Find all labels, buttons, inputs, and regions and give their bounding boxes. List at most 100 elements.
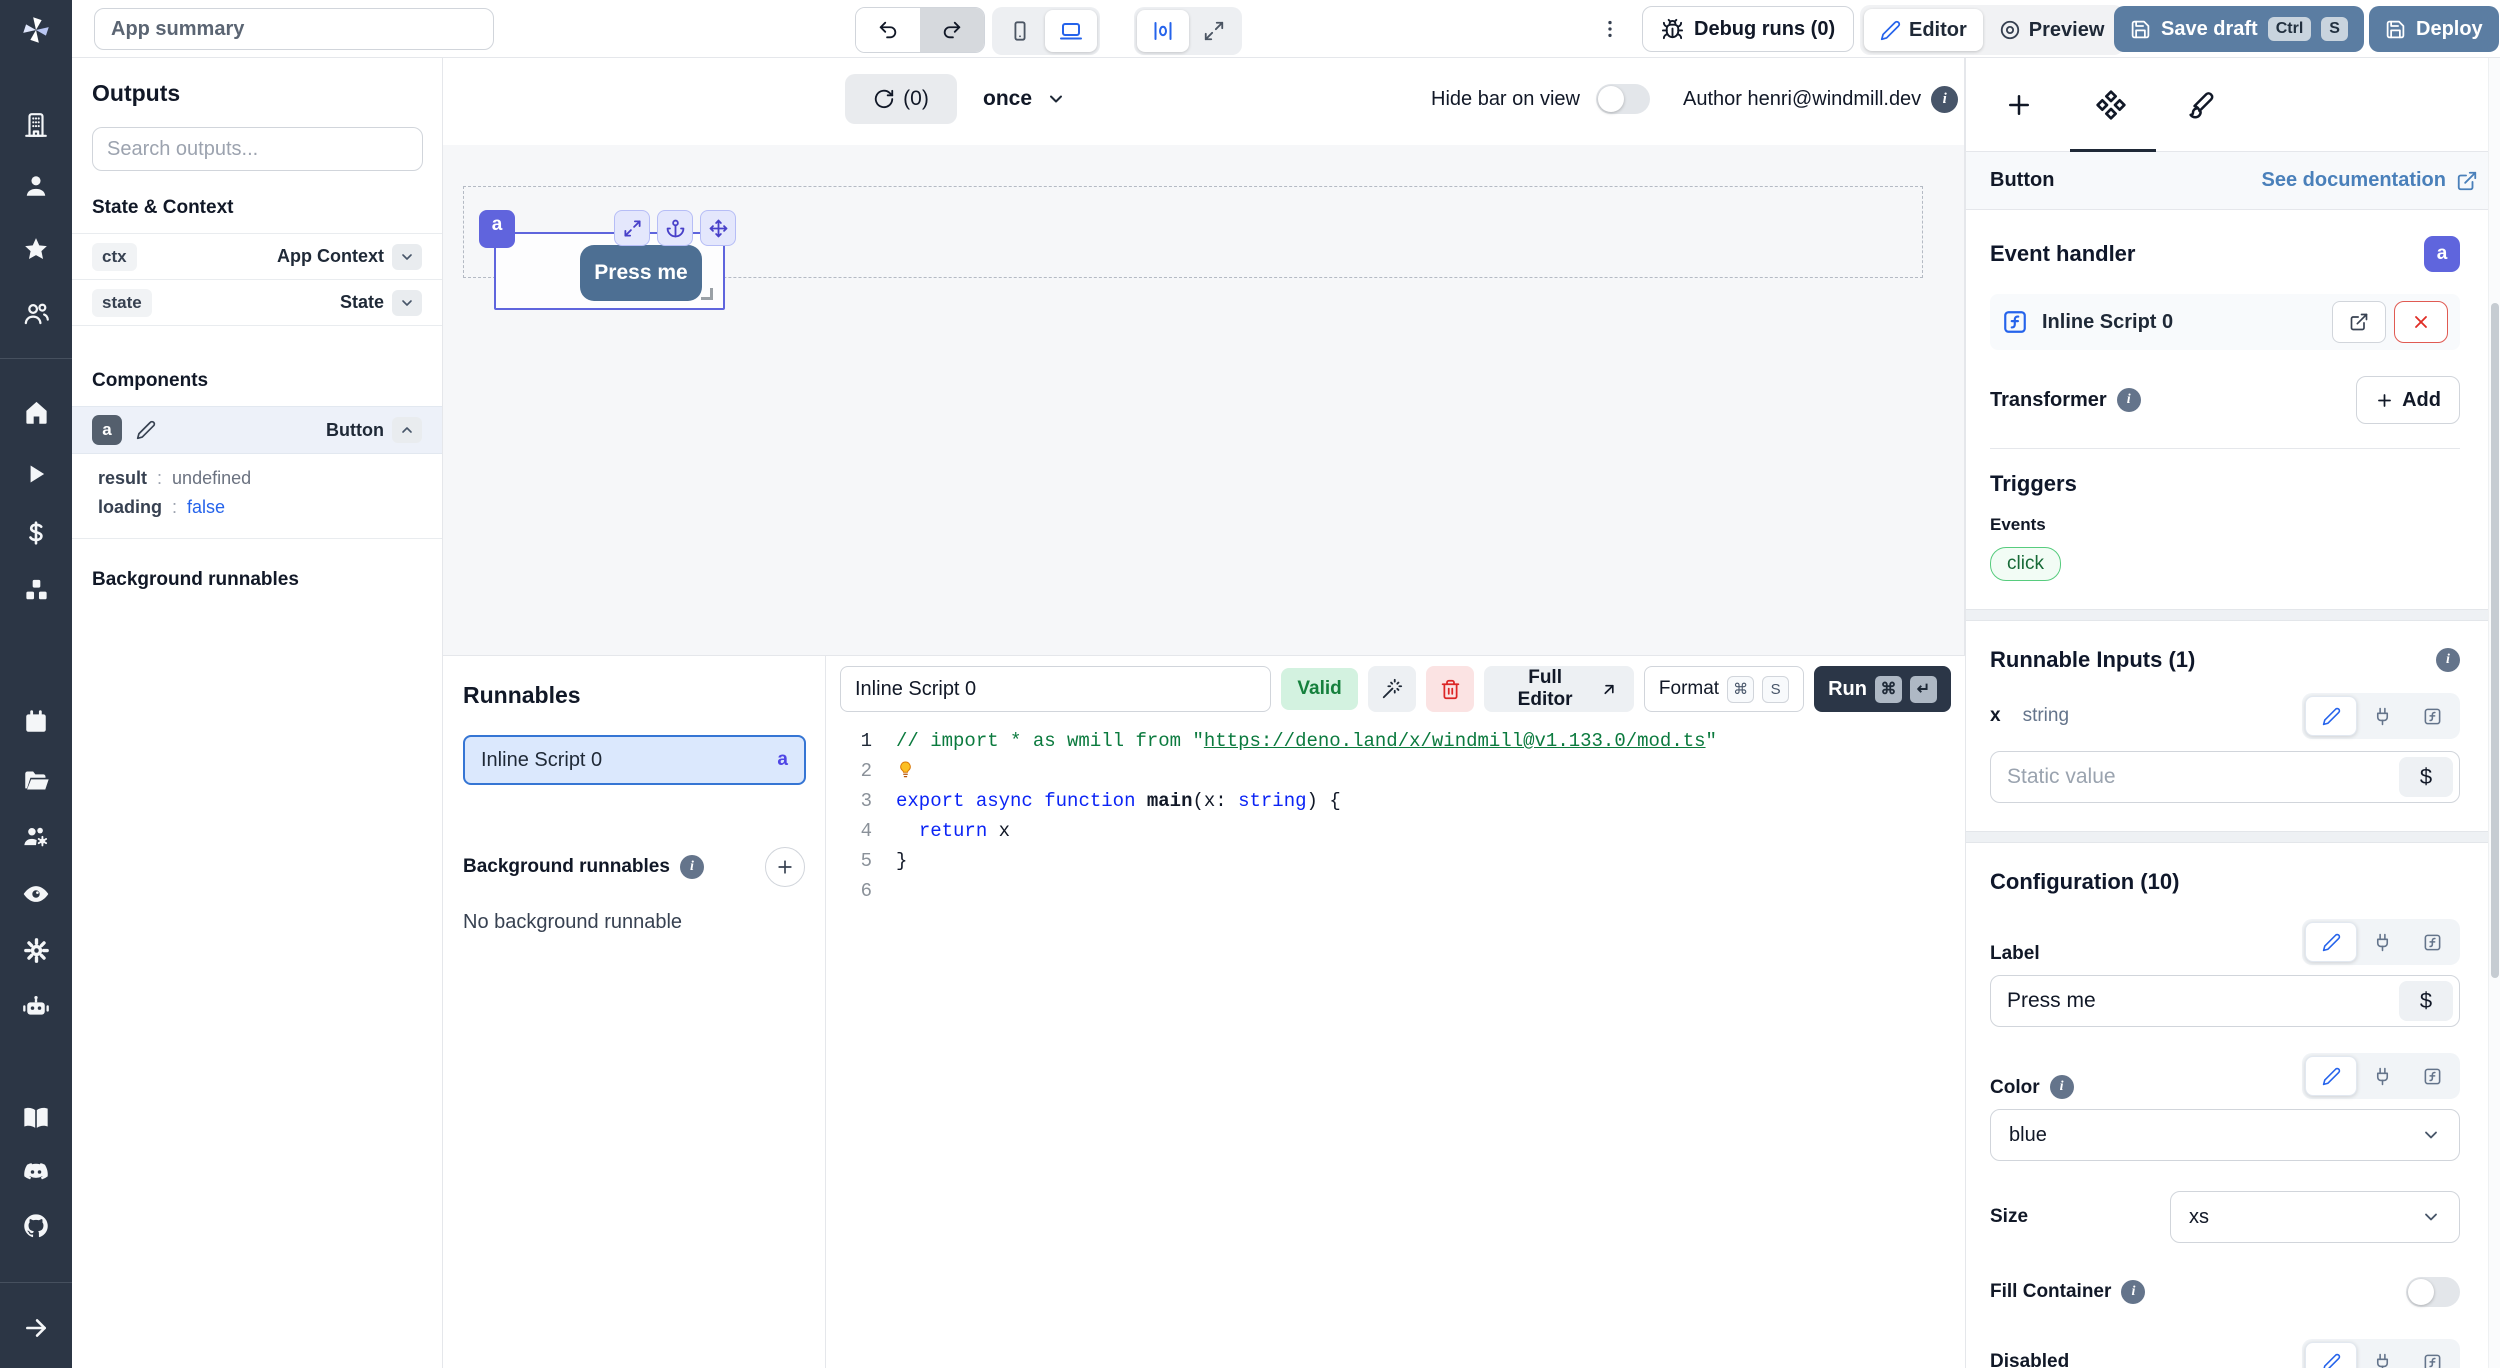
favorites-star-icon[interactable] — [0, 227, 72, 271]
output-row-ctx[interactable]: ctx App Context — [72, 234, 442, 280]
anchor-handle[interactable] — [657, 210, 693, 246]
github-icon[interactable] — [0, 1204, 72, 1248]
desktop-view-button[interactable] — [1045, 10, 1097, 52]
code-editor-area[interactable]: 123456 // import * as wmill from "https:… — [826, 726, 1965, 906]
connect-mode-button[interactable] — [2357, 696, 2407, 736]
outputs-title: Outputs — [92, 80, 422, 107]
docs-book-icon[interactable] — [0, 1096, 72, 1140]
design-canvas[interactable]: a Press me — [443, 145, 1964, 655]
schedule-dropdown[interactable]: once — [983, 74, 1066, 124]
expand-handle[interactable] — [614, 210, 650, 246]
run-kbd-cmd: ⌘ — [1875, 676, 1902, 703]
ctx-expand-button[interactable] — [392, 244, 422, 270]
schedules-calendar-icon[interactable] — [0, 700, 72, 744]
static-mode-button[interactable] — [2305, 696, 2357, 736]
search-outputs-input[interactable] — [92, 127, 423, 171]
eval-mode-button[interactable] — [2407, 1342, 2457, 1368]
settings-gear-icon[interactable] — [0, 928, 72, 972]
more-menu-button[interactable] — [1598, 12, 1622, 46]
color-select[interactable]: blue — [1990, 1109, 2460, 1161]
insert-component-tab[interactable] — [2002, 75, 2036, 135]
size-select[interactable]: xs — [2170, 1191, 2460, 1243]
info-icon[interactable]: i — [2436, 648, 2460, 672]
runs-play-icon[interactable] — [0, 452, 72, 496]
component-badge[interactable]: a — [479, 210, 515, 248]
redo-button[interactable] — [920, 8, 984, 52]
audit-eye-icon[interactable] — [0, 872, 72, 916]
undo-button[interactable] — [856, 8, 920, 52]
open-script-button[interactable] — [2332, 301, 2386, 343]
lightbulb-icon[interactable] — [896, 760, 915, 779]
app-summary-input[interactable] — [94, 8, 494, 50]
static-mode-button[interactable] — [2305, 1342, 2357, 1368]
center-spacing-button[interactable] — [1137, 10, 1189, 52]
eval-mode-button[interactable] — [2407, 922, 2457, 962]
info-icon[interactable]: i — [2121, 1280, 2145, 1304]
connect-mode-button[interactable] — [2357, 1056, 2407, 1096]
styling-tab[interactable] — [2186, 75, 2220, 135]
save-draft-button[interactable]: Save draft Ctrl S — [2114, 6, 2364, 52]
delete-script-button[interactable] — [1426, 666, 1474, 712]
eval-mode-button[interactable] — [2407, 1056, 2457, 1096]
scrollbar-track[interactable] — [2488, 58, 2500, 1368]
component-collapse-button[interactable] — [392, 417, 422, 443]
label-value-input[interactable] — [1991, 989, 2399, 1013]
eval-mode-button[interactable] — [2407, 696, 2457, 736]
mobile-view-button[interactable] — [995, 10, 1045, 52]
expand-sidebar-arrow-icon[interactable] — [0, 1306, 72, 1350]
info-icon[interactable]: i — [2050, 1075, 2074, 1099]
component-row-a[interactable]: a Button — [72, 406, 442, 454]
add-transformer-label: Add — [2402, 389, 2441, 412]
state-expand-button[interactable] — [392, 290, 422, 316]
see-documentation-link[interactable]: See documentation — [2262, 169, 2478, 192]
event-handler-script-card[interactable]: Inline Script 0 — [1990, 294, 2460, 350]
static-mode-button[interactable] — [2305, 922, 2357, 962]
info-icon[interactable]: i — [1931, 86, 1958, 113]
static-value-input[interactable] — [1991, 765, 2399, 789]
preview-tab[interactable]: Preview — [1983, 9, 2121, 51]
user-icon[interactable] — [0, 164, 72, 208]
connect-mode-button[interactable] — [2357, 922, 2407, 962]
groups-icon[interactable] — [0, 291, 72, 335]
run-button[interactable]: Run ⌘ ↵ — [1814, 666, 1951, 712]
windmill-logo[interactable] — [0, 8, 72, 52]
discord-icon[interactable] — [0, 1150, 72, 1194]
ai-assistant-button[interactable] — [1368, 666, 1416, 712]
settings-tab-active[interactable] — [2094, 75, 2128, 135]
home-icon[interactable] — [0, 390, 72, 434]
fill-container-toggle[interactable] — [2406, 1277, 2460, 1307]
fullscreen-canvas-button[interactable] — [1189, 10, 1239, 52]
output-row-state[interactable]: state State — [72, 280, 442, 326]
static-mode-button[interactable] — [2305, 1056, 2357, 1096]
scrollbar-thumb[interactable] — [2491, 303, 2499, 978]
plug-icon — [2373, 933, 2392, 952]
connect-value-button[interactable]: $ — [2399, 757, 2453, 797]
add-transformer-button[interactable]: Add — [2356, 376, 2460, 424]
resources-boxes-icon[interactable] — [0, 568, 72, 612]
press-me-button[interactable]: Press me — [580, 245, 702, 301]
editor-tab[interactable]: Editor — [1864, 9, 1983, 51]
debug-runs-button[interactable]: Debug runs (0) — [1642, 6, 1854, 52]
code-lines[interactable]: // import * as wmill from "https://deno.… — [872, 726, 1717, 906]
refresh-runnables-button[interactable]: (0) — [845, 74, 957, 124]
runnable-item-inline-script-0[interactable]: Inline Script 0 a — [463, 735, 806, 785]
workers-users-gear-icon[interactable] — [0, 815, 72, 859]
add-background-runnable-button[interactable] — [765, 847, 805, 887]
full-editor-button[interactable]: Full Editor — [1484, 666, 1634, 712]
folders-icon[interactable] — [0, 758, 72, 802]
workspace-icon[interactable] — [0, 103, 72, 147]
ai-robot-icon[interactable] — [0, 985, 72, 1029]
resize-handle[interactable] — [701, 288, 713, 300]
connect-mode-button[interactable] — [2357, 1342, 2407, 1368]
variables-dollar-icon[interactable] — [0, 511, 72, 555]
deploy-button[interactable]: Deploy — [2369, 6, 2499, 52]
format-button[interactable]: Format ⌘ S — [1644, 666, 1804, 712]
script-name-input[interactable] — [840, 666, 1271, 712]
remove-script-button[interactable] — [2394, 301, 2448, 343]
connect-value-button[interactable]: $ — [2399, 981, 2453, 1021]
move-handle[interactable] — [700, 210, 736, 246]
hide-bar-toggle[interactable] — [1596, 84, 1650, 114]
info-icon[interactable]: i — [680, 855, 704, 879]
info-icon[interactable]: i — [2117, 388, 2141, 412]
disabled-field-name: Disabled — [1990, 1351, 2069, 1368]
